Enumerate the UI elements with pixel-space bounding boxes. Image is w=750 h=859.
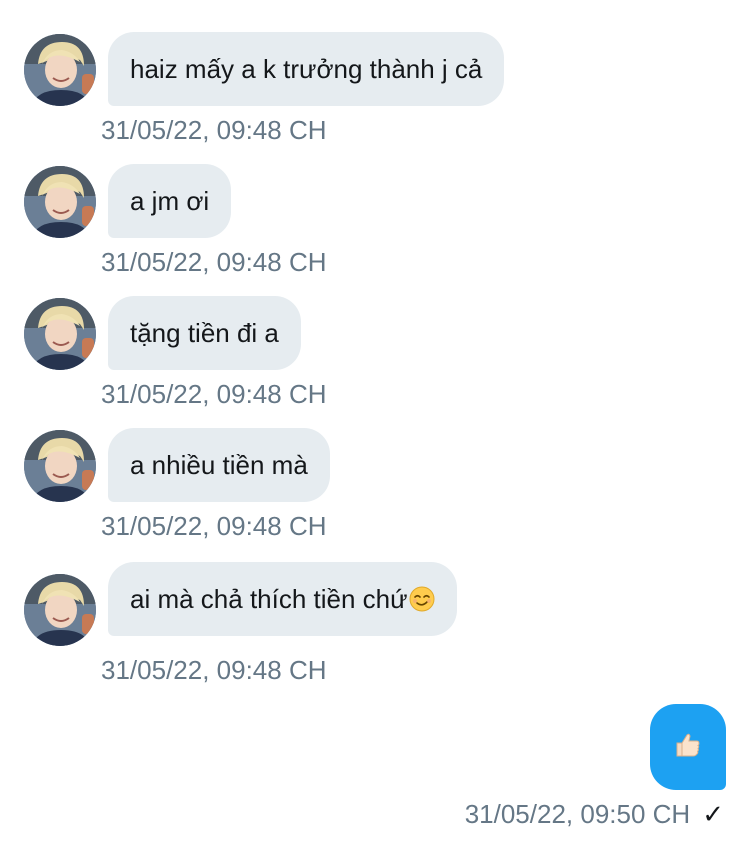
avatar[interactable] (24, 34, 96, 106)
message-bubble[interactable]: a jm ơi (108, 164, 232, 238)
message-text: haiz mấy a k trưởng thành j cả (130, 54, 483, 84)
conversation-thread: haiz mấy a k trưởng thành j cả 31/05/22,… (0, 0, 750, 859)
message-timestamp: 31/05/22, 09:48 CH (101, 379, 327, 409)
message-timestamp: 31/05/22, 09:48 CH (101, 655, 327, 685)
message-timestamp: 31/05/22, 09:48 CH (101, 247, 327, 277)
thumbs-up-emoji-icon (674, 731, 702, 764)
message-timestamp: 31/05/22, 09:50 CH (464, 799, 691, 829)
message-bubble[interactable]: haiz mấy a k trưởng thành j cả (108, 32, 505, 106)
outgoing-message-meta: 31/05/22, 09:50 CH ✓ (465, 797, 724, 831)
avatar[interactable] (24, 574, 96, 646)
sent-check-icon: ✓ (702, 799, 724, 829)
message-text: ai mà chả thích tiền chứ (130, 584, 408, 614)
relieved-face-emoji-icon (409, 586, 435, 612)
message-bubble[interactable]: tặng tiền đi a (108, 296, 301, 370)
avatar[interactable] (24, 430, 96, 502)
avatar[interactable] (24, 166, 96, 238)
message-timestamp: 31/05/22, 09:48 CH (101, 115, 327, 145)
outgoing-message-bubble[interactable] (650, 704, 726, 790)
message-text: tặng tiền đi a (130, 318, 279, 348)
message-timestamp: 31/05/22, 09:48 CH (101, 511, 327, 541)
message-bubble[interactable]: a nhiều tiền mà (108, 428, 330, 502)
message-text: a nhiều tiền mà (130, 450, 308, 480)
avatar[interactable] (24, 298, 96, 370)
message-bubble[interactable]: ai mà chả thích tiền chứ (108, 562, 457, 636)
message-text: a jm ơi (130, 186, 210, 216)
